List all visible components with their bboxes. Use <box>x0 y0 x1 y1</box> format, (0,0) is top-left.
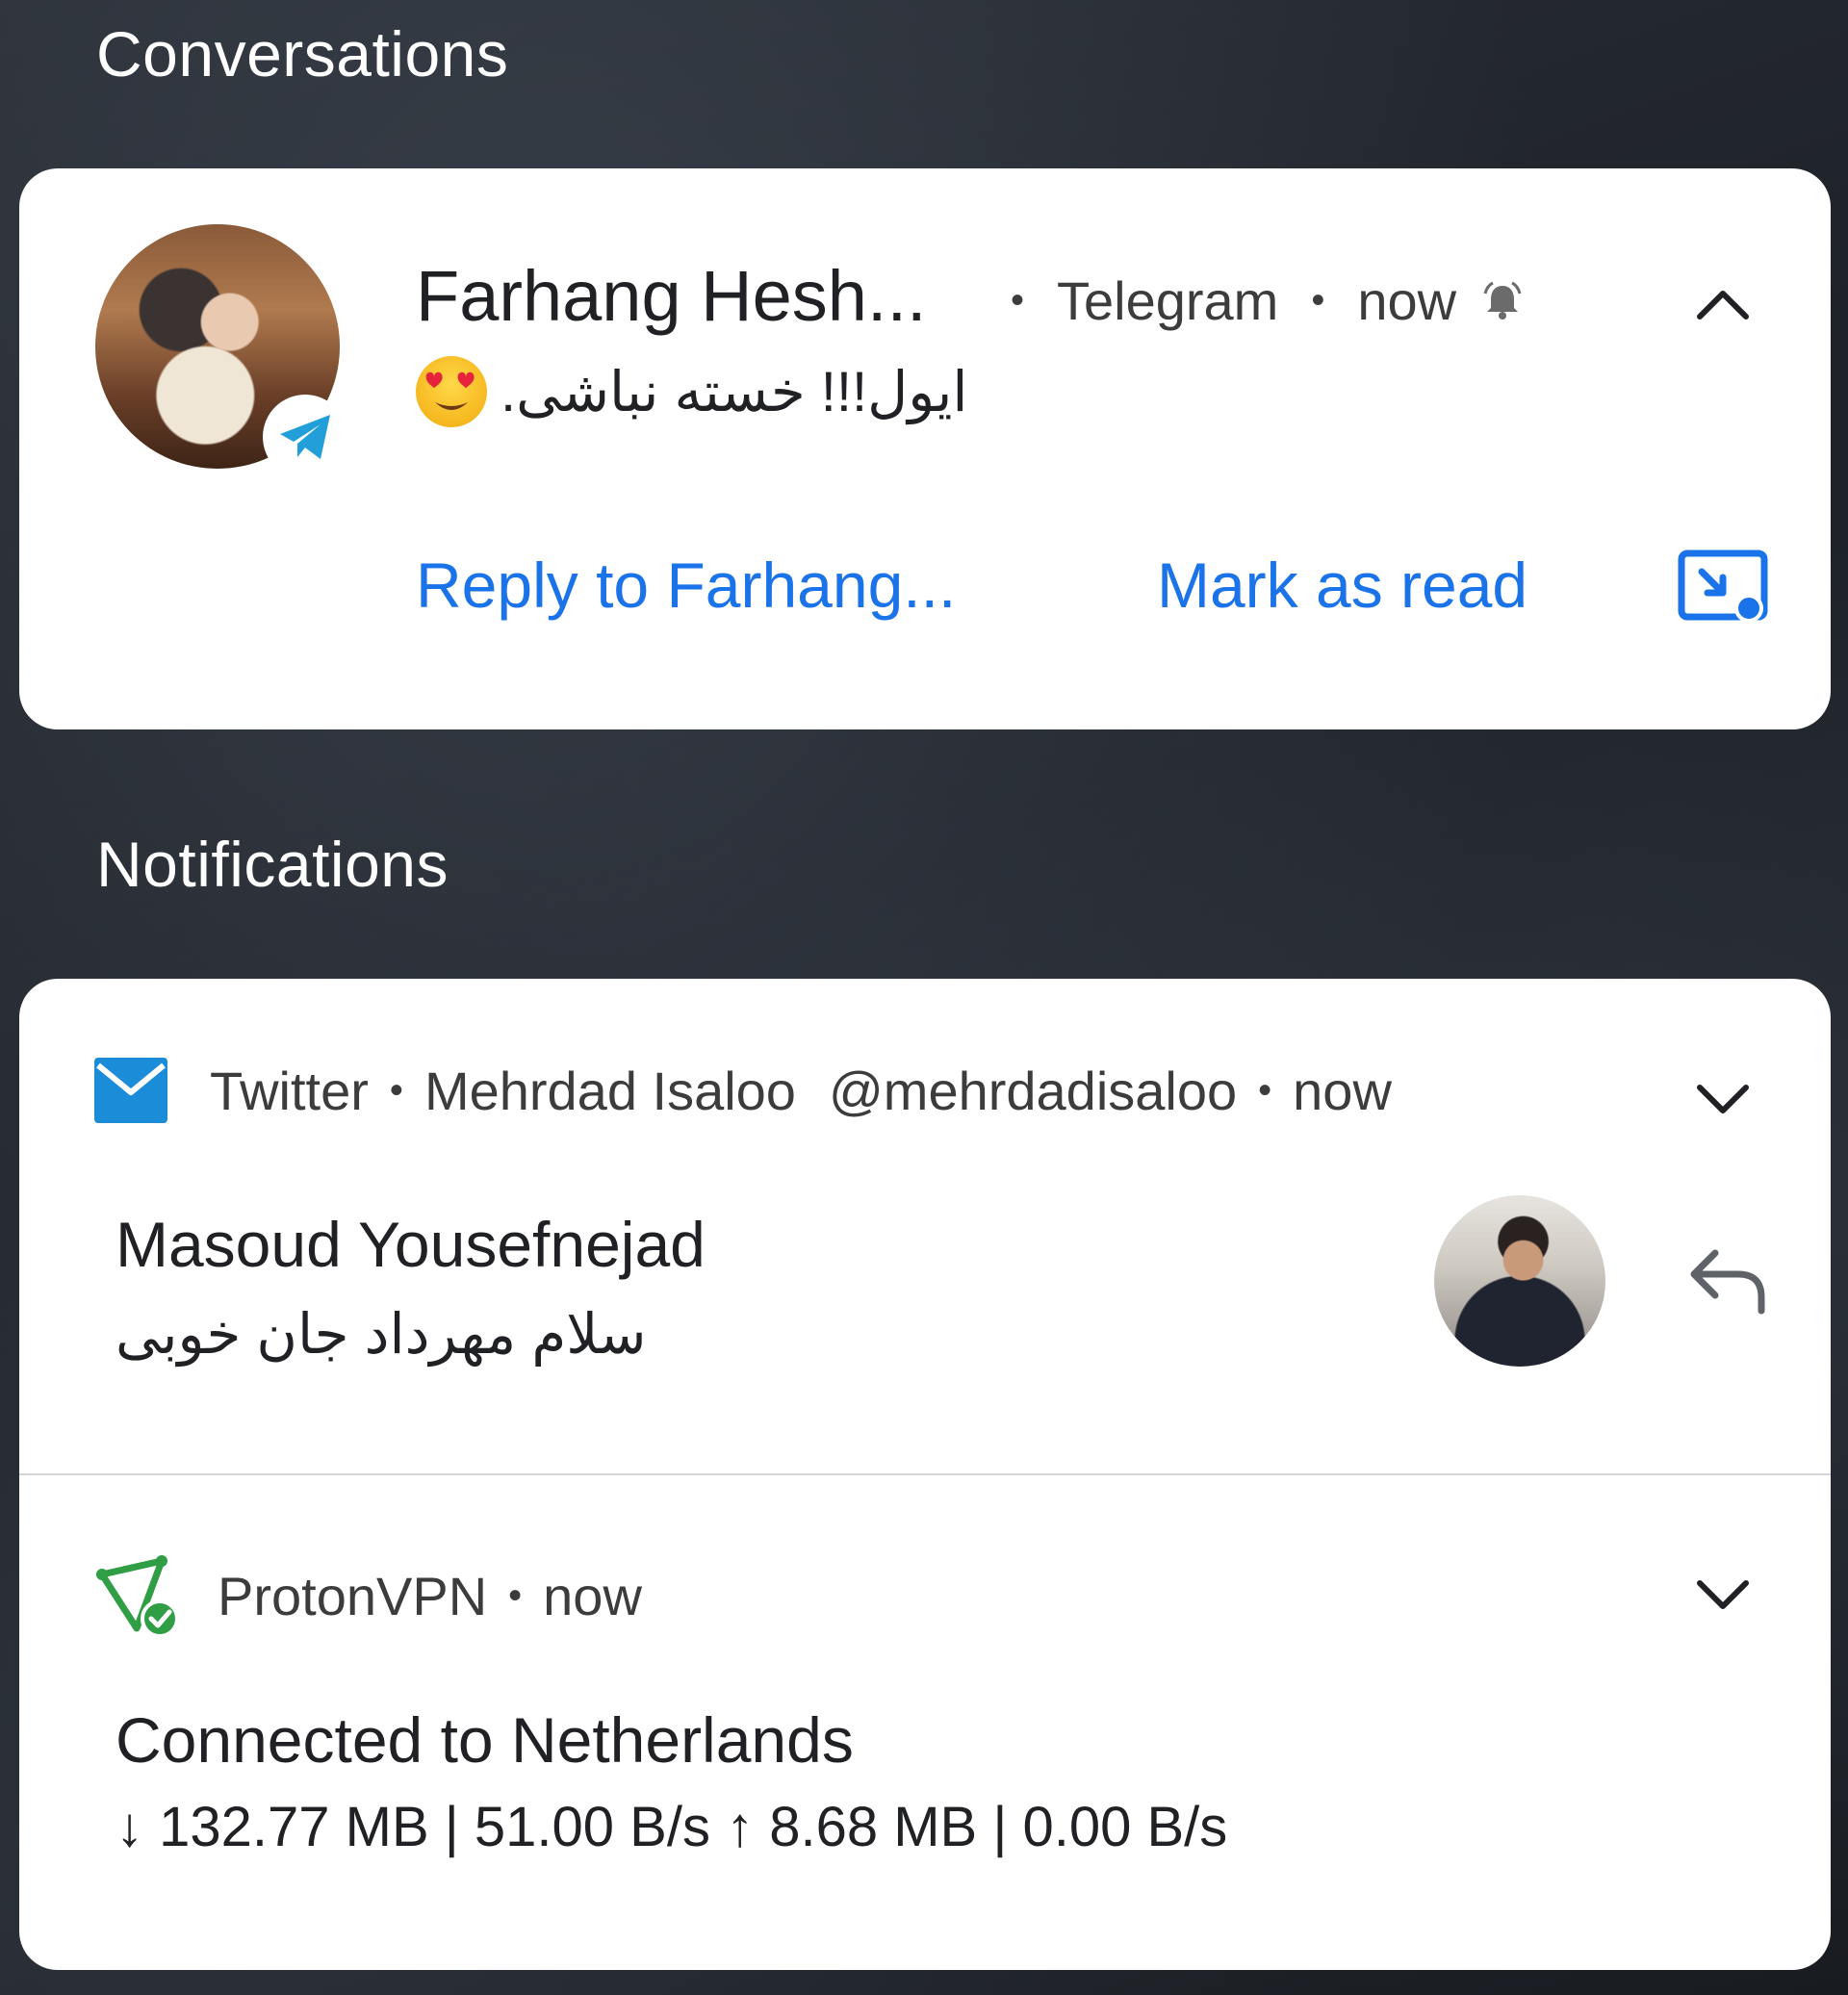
separator-dot: • <box>1258 1068 1272 1112</box>
notification-divider <box>19 1473 1831 1475</box>
separator-dot: • <box>508 1573 523 1617</box>
twitter-notification-header: Twitter • Mehrdad Isaloo @mehrdadisaloo … <box>94 1058 1392 1123</box>
conversation-meta: • Telegram • now <box>1011 269 1524 332</box>
twitter-time: now <box>1293 1060 1392 1121</box>
conversation-sender-name: Farhang Hesh... <box>416 256 927 336</box>
twitter-handle: @mehrdadisaloo <box>828 1060 1238 1121</box>
conversation-message: ایول!!! خسته نباشی. <box>416 356 968 427</box>
reply-icon[interactable] <box>1684 1243 1771 1320</box>
expand-chevron-down-icon[interactable] <box>1684 1556 1761 1633</box>
conversation-notification-card[interactable]: Farhang Hesh... • Telegram • now ایول!!!… <box>19 168 1831 729</box>
mark-as-read-button[interactable]: Mark as read <box>1157 549 1527 622</box>
collapse-chevron-up-icon[interactable] <box>1684 265 1761 342</box>
mail-icon <box>94 1058 167 1123</box>
conversation-message-text: ایول!!! خسته نباشی. <box>500 361 968 423</box>
notifications-heading: Notifications <box>96 829 449 900</box>
reply-button[interactable]: Reply to Farhang... <box>416 549 956 622</box>
expand-chevron-down-icon[interactable] <box>1684 1061 1761 1138</box>
protonvpn-traffic-stats: ↓ 132.77 MB | 51.00 B/s ↑ 8.68 MB | 0.00… <box>116 1796 1228 1858</box>
conversations-heading: Conversations <box>96 18 509 90</box>
protonvpn-icon <box>94 1553 183 1638</box>
separator-dot: • <box>389 1068 403 1112</box>
twitter-account-name: Mehrdad Isaloo <box>424 1060 796 1121</box>
protonvpn-time: now <box>543 1565 642 1626</box>
protonvpn-status-title: Connected to Netherlands <box>116 1704 854 1776</box>
telegram-icon <box>280 415 330 459</box>
twitter-message-text: سلام مهرداد جان خوبی <box>116 1303 647 1366</box>
protonvpn-app-name: ProtonVPN <box>218 1565 488 1626</box>
separator-dot: • <box>1011 279 1025 321</box>
notifications-card: Twitter • Mehrdad Isaloo @mehrdadisaloo … <box>19 979 1831 1970</box>
twitter-app-name: Twitter <box>210 1060 369 1121</box>
bubble-icon[interactable] <box>1677 549 1773 627</box>
bell-icon <box>1481 280 1524 322</box>
separator-dot: • <box>1311 279 1325 321</box>
heart-eyes-emoji-icon <box>416 356 487 427</box>
conversation-app-name: Telegram <box>1057 270 1279 331</box>
conversation-time: now <box>1357 270 1457 331</box>
protonvpn-notification-header: ProtonVPN • now <box>94 1553 642 1638</box>
sender-avatar <box>1434 1195 1605 1367</box>
twitter-sender-name: Masoud Yousefnejad <box>116 1209 706 1280</box>
telegram-badge-icon <box>263 395 347 479</box>
